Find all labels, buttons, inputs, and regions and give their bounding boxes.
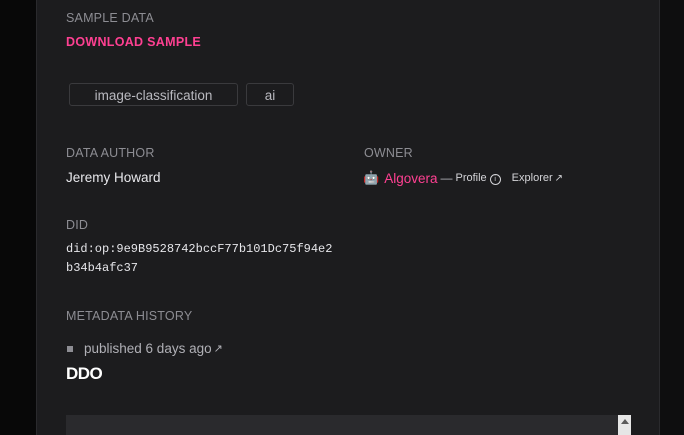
scroll-up-icon[interactable]	[621, 419, 629, 424]
code-scrollbar[interactable]	[618, 415, 631, 435]
download-sample-link[interactable]: DOWNLOAD SAMPLE	[66, 35, 201, 49]
asset-details-panel	[36, 0, 660, 435]
metadata-history-label: METADATA HISTORY	[66, 309, 193, 323]
history-entry[interactable]: published 6 days ago ↗	[67, 341, 223, 356]
did-line-2: b34b4afc37	[66, 261, 139, 275]
explorer-link[interactable]: Explorer ↗	[512, 172, 563, 184]
owner-separator: —	[440, 171, 453, 185]
robot-avatar-icon: 🤖	[363, 170, 380, 185]
external-link-icon: ↗	[554, 173, 564, 184]
profile-link[interactable]: Profile i	[455, 171, 501, 185]
right-gutter	[660, 0, 684, 435]
tag-image-classification[interactable]: image-classification	[69, 83, 238, 106]
did-line-1: did:op:9e9B9528742bccF77b101Dc75f94e2	[66, 242, 333, 256]
left-gutter	[0, 0, 36, 435]
history-entry-text: published 6 days ago	[84, 341, 212, 356]
bullet-icon	[67, 345, 73, 352]
owner-label: OWNER	[364, 146, 413, 160]
ddo-code-box[interactable]	[66, 415, 631, 435]
sample-data-label: SAMPLE DATA	[66, 11, 154, 25]
owner-name-link[interactable]: Algovera	[384, 171, 437, 186]
data-author-label: DATA AUTHOR	[66, 146, 155, 160]
owner-row: 🤖 Algovera — Profile i Explorer ↗	[363, 170, 563, 186]
profile-label: Profile	[455, 171, 487, 184]
info-icon: i	[489, 173, 501, 185]
ddo-title: DDO	[66, 364, 103, 383]
external-link-icon: ↗	[213, 343, 223, 355]
explorer-label: Explorer	[511, 172, 553, 184]
did-value: did:op:9e9B9528742bccF77b101Dc75f94e2 b3…	[66, 240, 332, 278]
tag-ai[interactable]: ai	[246, 83, 294, 106]
data-author-value: Jeremy Howard	[66, 170, 161, 185]
did-label: DID	[66, 218, 89, 232]
